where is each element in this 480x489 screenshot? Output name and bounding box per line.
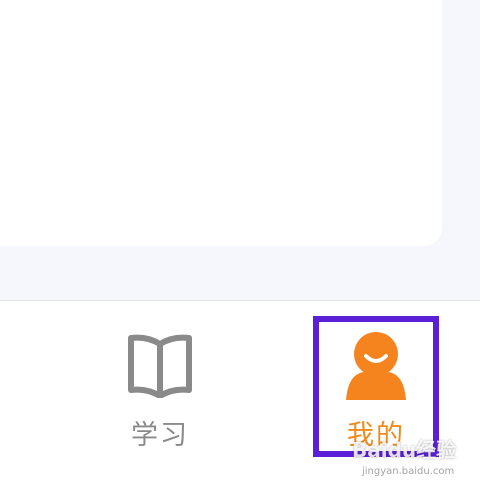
watermark-url: jingyan.baidu.com bbox=[362, 466, 455, 477]
watermark-text: Baidu经验 bbox=[352, 438, 457, 462]
book-icon bbox=[128, 334, 192, 398]
content-card bbox=[0, 0, 442, 246]
tab-study[interactable]: 学习 bbox=[96, 301, 224, 451]
tab-study-label: 学习 bbox=[131, 420, 189, 451]
content-area bbox=[0, 0, 480, 300]
